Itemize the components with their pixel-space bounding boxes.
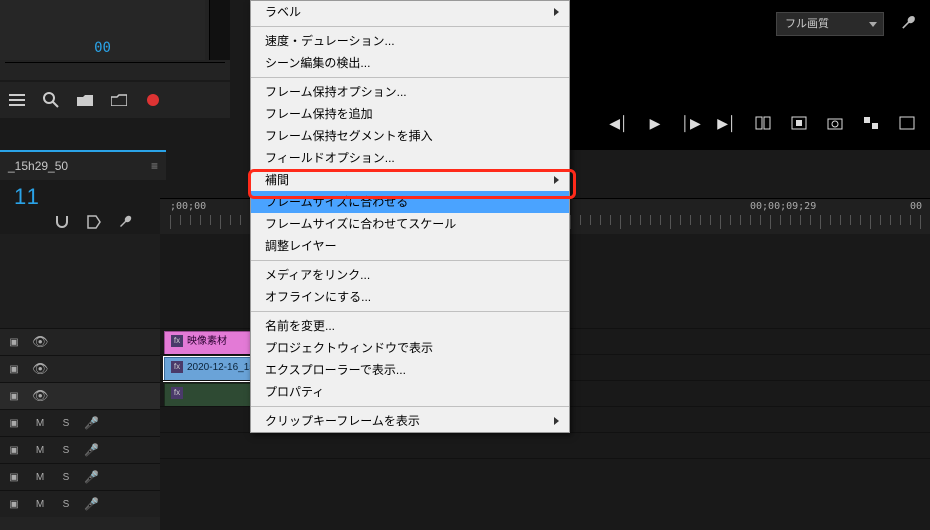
- solo-button[interactable]: S: [58, 445, 74, 456]
- context-menu-item[interactable]: 速度・デュレーション...: [251, 30, 569, 52]
- track-headers: ▣ 👁 ▣ 👁 ▣ 👁 ▣ M S 🎤 ▣ M S 🎤 ▣ M S 🎤: [0, 234, 160, 530]
- ruler-label: 00;00;09;29: [750, 201, 816, 212]
- solo-button[interactable]: S: [58, 472, 74, 483]
- safe-margins-icon[interactable]: [898, 114, 916, 132]
- search-icon[interactable]: [40, 89, 62, 111]
- track-toggle-icon[interactable]: ▣: [6, 418, 22, 429]
- mic-icon[interactable]: 🎤: [84, 497, 99, 511]
- marker-tag-icon[interactable]: [86, 214, 104, 232]
- eye-icon[interactable]: 👁: [32, 388, 49, 404]
- context-menu-item[interactable]: フレームサイズに合わせてスケール: [251, 213, 569, 235]
- source-scrubber[interactable]: [5, 62, 225, 77]
- context-menu: ラベル速度・デュレーション...シーン編集の検出... フレーム保持オプション..…: [250, 0, 570, 433]
- clip-label: 映像素材: [187, 336, 227, 347]
- sequence-tab[interactable]: _15h29_50 ≡: [0, 150, 166, 180]
- mic-icon[interactable]: 🎤: [84, 470, 99, 484]
- record-icon[interactable]: [142, 89, 164, 111]
- context-menu-item[interactable]: 調整レイヤー: [251, 235, 569, 257]
- list-view-icon[interactable]: [6, 89, 28, 111]
- context-menu-item[interactable]: プロジェクトウィンドウで表示: [251, 337, 569, 359]
- context-menu-item[interactable]: フレーム保持セグメントを挿入: [251, 125, 569, 147]
- settings-wrench-icon[interactable]: [900, 14, 918, 32]
- ruler-label: 00: [910, 201, 922, 212]
- track-toggle-icon[interactable]: ▣: [6, 445, 22, 456]
- context-menu-item[interactable]: 名前を変更...: [251, 315, 569, 337]
- bin-icon[interactable]: [74, 89, 96, 111]
- new-bin-icon[interactable]: [108, 89, 130, 111]
- play-icon[interactable]: ▶: [646, 114, 664, 132]
- context-menu-item[interactable]: フレーム保持オプション...: [251, 81, 569, 103]
- wrench-icon[interactable]: [118, 214, 136, 232]
- audio-track-header[interactable]: ▣ M S 🎤: [0, 436, 160, 463]
- audio-meter: [209, 0, 230, 60]
- ruler-label: ;00;00: [170, 201, 206, 212]
- fx-badge-icon: fx: [171, 387, 183, 399]
- context-menu-item[interactable]: プロパティ: [251, 381, 569, 403]
- timeline-tool-icons: [54, 214, 136, 232]
- audio-track-header[interactable]: ▣ M S 🎤: [0, 463, 160, 490]
- track-toggle-icon[interactable]: ▣: [6, 337, 22, 348]
- source-timecode: 00: [94, 36, 111, 60]
- video-track-header[interactable]: ▣ 👁: [0, 328, 160, 355]
- fx-badge-icon: fx: [171, 335, 183, 347]
- comparison-view-icon[interactable]: [862, 114, 880, 132]
- eye-icon[interactable]: 👁: [32, 361, 49, 377]
- audio-track-header[interactable]: ▣ M S 🎤: [0, 490, 160, 517]
- sequence-tab-label: _15h29_50: [8, 159, 68, 173]
- quality-label: フル画質: [785, 18, 829, 30]
- video-track-header[interactable]: ▣ 👁: [0, 355, 160, 382]
- source-preview: 00: [0, 0, 205, 60]
- fx-badge-icon: fx: [171, 361, 183, 373]
- context-menu-item[interactable]: フレームサイズに合わせる: [251, 191, 569, 213]
- track-toggle-icon[interactable]: ▣: [6, 364, 22, 375]
- eye-icon[interactable]: 👁: [32, 334, 49, 350]
- context-menu-item[interactable]: フレーム保持を追加: [251, 103, 569, 125]
- playback-quality-dropdown[interactable]: フル画質: [776, 12, 884, 36]
- step-forward-icon[interactable]: │▶: [682, 114, 700, 132]
- insert-icon[interactable]: [754, 114, 772, 132]
- track-toggle-icon[interactable]: ▣: [6, 391, 22, 402]
- context-menu-item[interactable]: エクスプローラーで表示...: [251, 359, 569, 381]
- audio-track-header[interactable]: ▣ M S 🎤: [0, 409, 160, 436]
- source-monitor: 00: [0, 0, 230, 80]
- track-toggle-icon[interactable]: ▣: [6, 499, 22, 510]
- context-menu-item[interactable]: フィールドオプション...: [251, 147, 569, 169]
- mic-icon[interactable]: 🎤: [84, 416, 99, 430]
- mute-button[interactable]: M: [32, 499, 48, 510]
- go-to-out-icon[interactable]: ▶│: [718, 114, 736, 132]
- track-toggle-icon[interactable]: ▣: [6, 472, 22, 483]
- project-toolbar: [0, 82, 230, 118]
- snap-icon[interactable]: [54, 214, 72, 232]
- mic-icon[interactable]: 🎤: [84, 443, 99, 457]
- sequence-timecode[interactable]: 11: [14, 184, 41, 210]
- mute-button[interactable]: M: [32, 418, 48, 429]
- step-back-icon[interactable]: ◀│: [610, 114, 628, 132]
- context-menu-item[interactable]: 補間: [251, 169, 569, 191]
- app-root: 00 _15h29_50 ≡ 11 ;00;00 00;00;09;29 00 ▣ …: [0, 0, 930, 530]
- mute-button[interactable]: M: [32, 472, 48, 483]
- context-menu-item[interactable]: オフラインにする...: [251, 286, 569, 308]
- solo-button[interactable]: S: [58, 418, 74, 429]
- solo-button[interactable]: S: [58, 499, 74, 510]
- mute-button[interactable]: M: [32, 445, 48, 456]
- sequence-tab-menu-icon[interactable]: ≡: [151, 152, 158, 180]
- context-menu-item[interactable]: ラベル: [251, 1, 569, 23]
- context-menu-item[interactable]: クリップキーフレームを表示: [251, 410, 569, 432]
- video-track-header[interactable]: ▣ 👁: [0, 382, 160, 409]
- export-frame-icon[interactable]: [826, 114, 844, 132]
- overwrite-icon[interactable]: [790, 114, 808, 132]
- transport-controls: ◀│ ▶ │▶ ▶│: [610, 114, 916, 132]
- context-menu-item[interactable]: メディアをリンク...: [251, 264, 569, 286]
- context-menu-item[interactable]: シーン編集の検出...: [251, 52, 569, 74]
